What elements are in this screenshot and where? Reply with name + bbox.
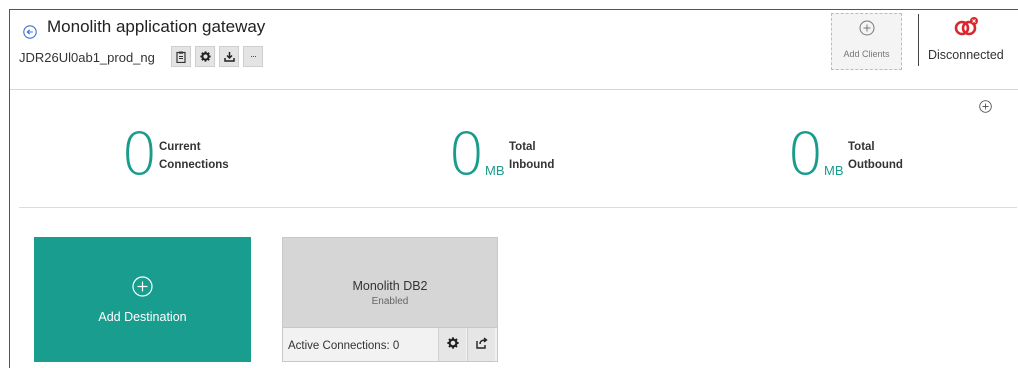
destination-share-button[interactable] — [467, 328, 495, 361]
plus-circle-icon — [859, 20, 875, 36]
stat-label: Connections — [159, 159, 229, 171]
disconnected-chain-icon — [953, 16, 981, 36]
destination-card-footer: Active Connections: 0 — [283, 327, 497, 361]
destination-card[interactable]: Monolith DB2 Enabled Active Connections:… — [282, 237, 498, 362]
destination-name: Monolith DB2 — [352, 279, 428, 293]
back-arrow-icon[interactable] — [23, 25, 37, 39]
stat-value: 0 — [121, 120, 158, 188]
settings-button[interactable] — [195, 46, 215, 67]
gear-icon — [199, 51, 211, 62]
stat-value: 0 — [787, 120, 824, 188]
stat-unit: MB — [824, 163, 844, 178]
copy-button[interactable] — [171, 46, 191, 67]
download-button[interactable] — [219, 46, 239, 67]
gateway-id: JDR26Ul0ab1_prod_ng — [19, 50, 155, 65]
stat-label: Total — [509, 141, 536, 153]
clipboard-icon — [176, 51, 186, 63]
add-destination-label: Add Destination — [98, 310, 187, 324]
gateway-header: Monolith application gateway JDR26Ul0ab1… — [10, 10, 1018, 90]
add-destination-button[interactable]: Add Destination — [34, 237, 251, 362]
destination-status: Enabled — [371, 296, 409, 307]
stats-divider — [19, 207, 1017, 208]
stat-value: 0 — [448, 120, 485, 188]
header-divider — [918, 14, 919, 66]
stat-unit: MB — [485, 163, 505, 178]
add-clients-button[interactable]: Add Clients — [831, 13, 902, 70]
connection-status: Disconnected — [928, 48, 1004, 62]
plus-circle-icon — [132, 276, 153, 297]
active-connections: Active Connections: 0 — [288, 340, 400, 352]
gateway-panel: Monolith application gateway JDR26Ul0ab1… — [9, 9, 1018, 368]
destination-settings-button[interactable] — [438, 328, 466, 361]
more-icon: ··· — [250, 51, 257, 61]
more-options-button[interactable]: ··· — [243, 46, 263, 67]
download-icon — [223, 51, 235, 62]
stat-label: Outbound — [848, 159, 903, 171]
add-clients-label: Add Clients — [843, 49, 890, 59]
expand-stats-icon[interactable] — [979, 100, 992, 113]
gear-icon — [446, 336, 459, 354]
stat-label: Total — [848, 141, 875, 153]
stat-label: Current — [159, 141, 201, 153]
share-icon — [475, 336, 488, 354]
stat-label: Inbound — [509, 159, 555, 171]
page-title: Monolith application gateway — [47, 17, 266, 36]
